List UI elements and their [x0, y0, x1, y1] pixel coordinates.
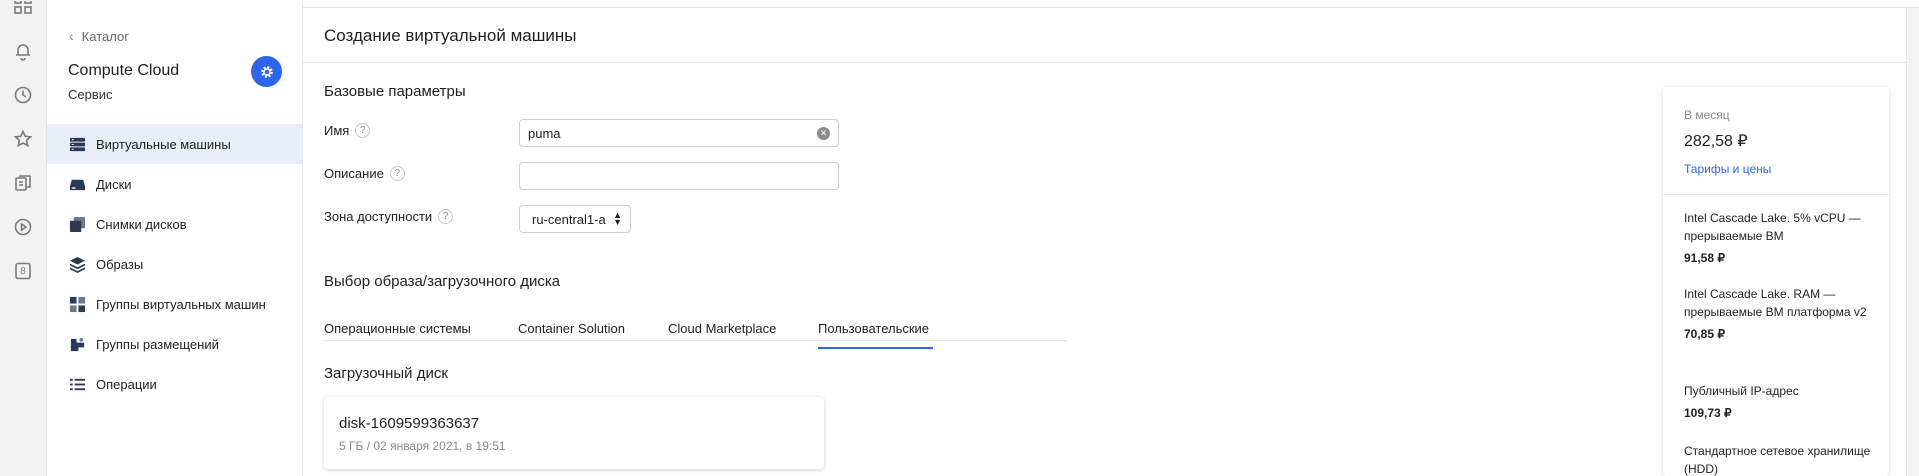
description-label-text: Описание	[324, 166, 384, 181]
global-nav-rail: 8	[0, 0, 47, 476]
disk-name: disk-1609599363637	[339, 415, 480, 432]
boot-disk-card[interactable]: disk-1609599363637 5 ГБ / 02 января 2021…	[324, 397, 824, 469]
tab-cloud-marketplace[interactable]: Cloud Marketplace	[668, 321, 776, 349]
name-input-value: puma	[528, 125, 561, 141]
sidebar-item-label: Снимки дисков	[96, 216, 187, 232]
page-header: Создание виртуальной машины	[303, 8, 1906, 63]
name-input[interactable]: puma ✕	[519, 119, 839, 147]
price-item-name: Intel Cascade Lake. RAM — прерываемые ВМ…	[1684, 287, 1867, 319]
sidebar-item-label: Виртуальные машины	[96, 136, 231, 152]
star-icon[interactable]	[12, 128, 34, 150]
price-summary: В месяц 282,58 ₽ Тарифы и цены	[1663, 87, 1889, 195]
price-item: Стандартное сетевое хранилище (HDD)	[1684, 442, 1874, 476]
description-label: Описание ?	[324, 166, 405, 181]
chevron-left-icon: ‹	[69, 28, 74, 44]
disk-icon	[68, 175, 86, 193]
price-item-value: 109,73 ₽	[1684, 406, 1732, 420]
pricing-link[interactable]: Тарифы и цены	[1684, 162, 1771, 176]
tab-label: Пользовательские	[818, 321, 930, 336]
snapshots-icon	[68, 215, 86, 233]
price-item-value: 70,85 ₽	[1684, 327, 1725, 341]
service-subtitle: Сервис	[68, 87, 113, 102]
page-title: Создание виртуальной машины	[324, 26, 577, 45]
sidebar-item-instance-groups[interactable]: Группы виртуальных машин	[47, 284, 303, 324]
sidebar-item-label: Операции	[96, 376, 157, 392]
service-sidebar: ‹ Каталог Compute Cloud Сервис Виртуальн…	[47, 0, 303, 476]
sidebar-item-virtual-machines[interactable]: Виртуальные машины	[47, 124, 303, 164]
per-month-label: В месяц	[1684, 108, 1730, 122]
service-settings-button[interactable]	[251, 56, 282, 87]
tab-custom[interactable]: Пользовательские	[818, 321, 933, 349]
zone-select-value: ru-central1-a	[532, 211, 606, 227]
price-item-name: Стандартное сетевое хранилище (HDD)	[1684, 444, 1871, 476]
price-panel: В месяц 282,58 ₽ Тарифы и цены Intel Cas…	[1663, 87, 1889, 476]
tab-label: Операционные системы	[324, 321, 471, 336]
price-item: Intel Cascade Lake. RAM — прерываемые ВМ…	[1684, 285, 1874, 341]
tab-operating-systems[interactable]: Операционные системы	[324, 321, 471, 349]
zone-label-text: Зона доступности	[324, 209, 433, 224]
number-8-icon[interactable]: 8	[12, 260, 34, 282]
sidebar-item-operations[interactable]: Операции	[47, 364, 303, 404]
sidebar-item-label: Образы	[96, 256, 144, 272]
sidebar-item-label: Группы виртуальных машин	[96, 296, 266, 312]
documents-icon[interactable]	[12, 172, 34, 194]
image-section-title: Выбор образа/загрузочного диска	[324, 273, 561, 290]
sidebar-nav: Виртуальные машины Диски Снимки дисков О…	[47, 124, 303, 404]
price-item-name: Публичный IP-адрес	[1684, 384, 1799, 398]
sidebar-item-placement-groups[interactable]: Группы размещений	[47, 324, 303, 364]
price-item-name: Intel Cascade Lake. 5% vCPU — прерываемы…	[1684, 211, 1861, 243]
create-vm-form: Базовые параметры Имя ? puma ✕ Описание …	[303, 63, 1663, 476]
rail-badge: 8	[20, 265, 26, 277]
back-label: Каталог	[81, 28, 129, 44]
service-title: Compute Cloud	[68, 62, 180, 79]
help-icon[interactable]: ?	[355, 123, 371, 138]
placement-groups-icon	[68, 335, 86, 353]
name-label-text: Имя	[324, 123, 350, 138]
bell-icon[interactable]	[12, 40, 34, 62]
name-label: Имя ?	[324, 123, 371, 138]
price-item: Публичный IP-адрес 109,73 ₽	[1684, 382, 1874, 420]
image-source-tabs: Операционные системы Container Solution …	[324, 313, 1067, 349]
sidebar-item-images[interactable]: Образы	[47, 244, 303, 284]
help-icon[interactable]: ?	[389, 166, 405, 181]
zone-select[interactable]: ru-central1-a ▲ ▼	[519, 205, 631, 233]
clear-input-icon[interactable]: ✕	[817, 127, 830, 140]
zone-label: Зона доступности ?	[324, 209, 454, 224]
sidebar-item-label: Диски	[96, 176, 132, 192]
select-arrows-icon: ▲ ▼	[613, 210, 622, 227]
boot-disk-title: Загрузочный диск	[324, 365, 448, 382]
monthly-total: 282,58 ₽	[1684, 133, 1748, 150]
sidebar-item-snapshots[interactable]: Снимки дисков	[47, 204, 303, 244]
play-icon[interactable]	[12, 216, 34, 238]
top-edge	[303, 0, 1919, 8]
sidebar-item-disks[interactable]: Диски	[47, 164, 303, 204]
tab-label: Cloud Marketplace	[668, 321, 777, 336]
sidebar-item-label: Группы размещений	[96, 336, 219, 352]
gear-icon	[260, 65, 273, 78]
grid-icon[interactable]	[12, 0, 34, 22]
help-icon[interactable]: ?	[438, 209, 454, 224]
clock-icon[interactable]	[12, 84, 34, 106]
instance-groups-icon	[68, 295, 86, 313]
operations-icon	[68, 375, 86, 393]
basic-params-title: Базовые параметры	[324, 83, 466, 100]
tab-label: Container Solution	[518, 321, 625, 336]
price-item-value: 91,58 ₽	[1684, 251, 1725, 265]
tab-container-solution[interactable]: Container Solution	[518, 321, 625, 349]
disk-meta: 5 ГБ / 02 января 2021, в 19:51	[339, 439, 506, 453]
images-icon	[68, 255, 86, 273]
servers-icon	[68, 135, 86, 153]
price-item: Intel Cascade Lake. 5% vCPU — прерываемы…	[1684, 209, 1874, 265]
back-to-catalog-link[interactable]: ‹ Каталог	[69, 28, 129, 44]
description-input[interactable]	[519, 162, 839, 190]
page-scrollbar[interactable]	[1906, 8, 1919, 476]
